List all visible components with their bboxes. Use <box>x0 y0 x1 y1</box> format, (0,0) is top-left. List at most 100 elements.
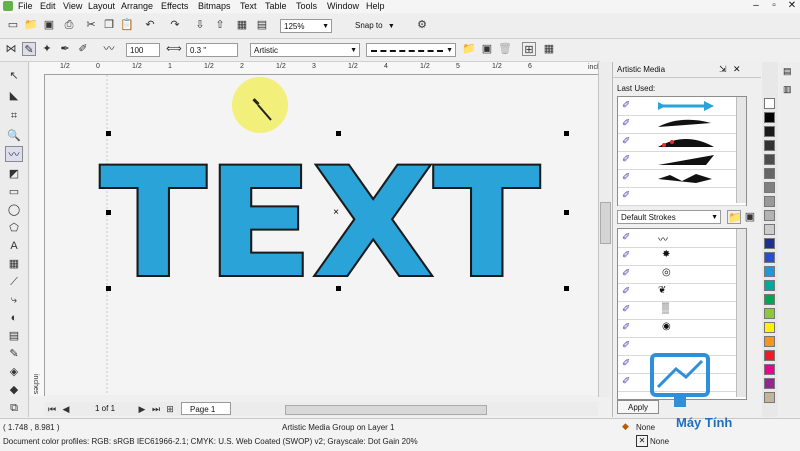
stroke-category-select[interactable]: Default Strokes ▼ <box>617 210 721 224</box>
list-scrollbar[interactable] <box>736 97 746 203</box>
close-icon[interactable]: ✕ <box>783 0 800 13</box>
color-swatch[interactable] <box>764 98 775 109</box>
list-item[interactable]: ✐ <box>618 115 746 134</box>
menu-view[interactable]: View <box>63 1 82 11</box>
outline-pen-icon[interactable]: ◈ <box>5 364 23 380</box>
zoom-level-select[interactable]: 125% ▼ <box>280 19 332 33</box>
color-swatch[interactable] <box>764 378 775 389</box>
menu-window[interactable]: Window <box>327 1 359 11</box>
selection-handle[interactable] <box>106 210 111 215</box>
menu-text[interactable]: Text <box>240 1 257 11</box>
eyedropper-tool-icon[interactable]: ✎ <box>5 346 23 362</box>
selection-handle[interactable] <box>336 131 341 136</box>
color-swatch[interactable] <box>764 224 775 235</box>
snap-to-dropdown[interactable]: Snap to ▼ <box>355 19 407 33</box>
vertical-scrollbar[interactable] <box>598 62 611 397</box>
import-icon[interactable]: ⇩ <box>193 18 207 32</box>
menu-tools[interactable]: Tools <box>296 1 317 11</box>
next-page-icon[interactable]: ▶ <box>135 402 149 416</box>
browse-icon[interactable]: 📁 <box>462 42 476 56</box>
color-swatch[interactable] <box>764 238 775 249</box>
previous-page-icon[interactable]: ◀ <box>59 402 73 416</box>
list-item[interactable]: ✐ 〰 <box>618 229 736 248</box>
ellipse-tool-icon[interactable]: ◯ <box>5 202 23 218</box>
transparency-tool-icon[interactable]: ▤ <box>5 328 23 344</box>
brush-icon[interactable]: ✎ <box>22 42 36 56</box>
pressure-icon[interactable]: ✐ <box>76 42 90 56</box>
color-swatch[interactable] <box>764 154 775 165</box>
menu-help[interactable]: Help <box>366 1 385 11</box>
color-swatch[interactable] <box>764 266 775 277</box>
color-swatch[interactable] <box>764 322 775 333</box>
horizontal-scroll-thumb[interactable] <box>285 405 487 415</box>
close-docker-icon[interactable]: ✕ <box>733 64 741 75</box>
blend-tool-icon[interactable]: ◐ <box>5 310 23 326</box>
color-swatch[interactable] <box>764 252 775 263</box>
scale-stroke-icon[interactable]: ⊞ <box>522 42 536 56</box>
polygon-tool-icon[interactable]: ⬠ <box>5 220 23 236</box>
table-tool-icon[interactable]: ▦ <box>5 256 23 272</box>
list-item[interactable]: ✐ ▒ <box>618 301 736 320</box>
list-item[interactable]: ✐ <box>618 187 746 206</box>
list-item[interactable]: ✐ <box>618 169 746 188</box>
selection-handle[interactable] <box>564 286 569 291</box>
add-page-icon[interactable]: ⊞ <box>163 402 177 416</box>
color-swatch[interactable] <box>764 392 775 403</box>
selection-handle[interactable] <box>106 286 111 291</box>
list-item[interactable]: ✐ ◉ <box>618 319 736 338</box>
artistic-text[interactable]: TEXT <box>98 135 542 313</box>
menu-layout[interactable]: Layout <box>88 1 115 11</box>
list-item[interactable]: ✐ ❦ <box>618 283 736 302</box>
minimize-icon[interactable]: – <box>747 0 765 13</box>
list-scrollbar[interactable] <box>736 229 746 397</box>
color-swatch[interactable] <box>764 280 775 291</box>
line-style-select[interactable]: ▼ <box>366 43 456 57</box>
menu-table[interactable]: Table <box>265 1 287 11</box>
undo-icon[interactable]: ↶ <box>143 18 157 32</box>
welcome-screen-icon[interactable]: ▤ <box>255 18 269 32</box>
copy-icon[interactable]: ❐ <box>102 18 116 32</box>
sprayer-icon[interactable]: ✦ <box>40 42 54 56</box>
application-launcher-icon[interactable]: ▦ <box>235 18 249 32</box>
shape-tool-icon[interactable]: ◣ <box>5 88 23 104</box>
drawing-canvas[interactable]: TEXT × <box>45 75 598 395</box>
docker-save-icon[interactable]: ▣ <box>743 210 757 224</box>
docker-tab-icon[interactable]: ▤ <box>783 66 792 77</box>
menu-effects[interactable]: Effects <box>161 1 188 11</box>
last-page-icon[interactable]: ⏭ <box>149 402 163 416</box>
smart-fill-icon[interactable]: ◩ <box>5 166 23 182</box>
zoom-tool-icon[interactable]: 🔍 <box>5 128 23 144</box>
calligraphic-icon[interactable]: ✒ <box>58 42 72 56</box>
page-tab[interactable]: Page 1 <box>181 402 231 415</box>
color-swatch[interactable] <box>764 364 775 375</box>
delete-icon[interactable]: 🗑 <box>498 42 512 56</box>
restore-icon[interactable]: ▫ <box>765 0 783 13</box>
first-page-icon[interactable]: ⏮ <box>45 402 59 416</box>
list-item[interactable]: ✐ ◎ <box>618 265 736 284</box>
selection-handle[interactable] <box>106 131 111 136</box>
options-icon[interactable]: ⚙ <box>415 18 429 32</box>
list-item[interactable]: ✐ <box>618 133 746 152</box>
interactive-fill-icon[interactable]: ⧉ <box>5 400 23 416</box>
smoothing-field[interactable]: 0.3 " <box>186 43 238 57</box>
save-icon[interactable]: ▣ <box>42 18 56 32</box>
rectangle-tool-icon[interactable]: ▭ <box>5 184 23 200</box>
bounding-box-icon[interactable]: ▦ <box>542 42 556 56</box>
pick-tool-icon[interactable]: ↖ <box>5 68 23 84</box>
selection-handle[interactable] <box>564 131 569 136</box>
export-icon[interactable]: ⇧ <box>213 18 227 32</box>
color-swatch[interactable] <box>764 140 775 151</box>
color-swatch[interactable] <box>764 308 775 319</box>
dimension-tool-icon[interactable]: ⟋ <box>5 274 23 290</box>
preset-icon[interactable]: ⋈ <box>4 42 18 56</box>
color-swatch[interactable] <box>764 168 775 179</box>
color-swatch[interactable] <box>764 210 775 221</box>
last-used-list[interactable]: ✐ ✐ ✐ ✐ ✐ ✐ <box>617 96 747 206</box>
color-swatch[interactable] <box>764 126 775 137</box>
crop-tool-icon[interactable]: ⌗ <box>5 108 23 124</box>
new-document-icon[interactable]: ▭ <box>6 18 20 32</box>
vertical-scroll-thumb[interactable] <box>600 202 611 244</box>
fill-tool-icon[interactable]: ◆ <box>5 382 23 398</box>
connector-tool-icon[interactable]: ⤷ <box>5 292 23 308</box>
pin-icon[interactable]: ⇲ <box>719 64 727 75</box>
